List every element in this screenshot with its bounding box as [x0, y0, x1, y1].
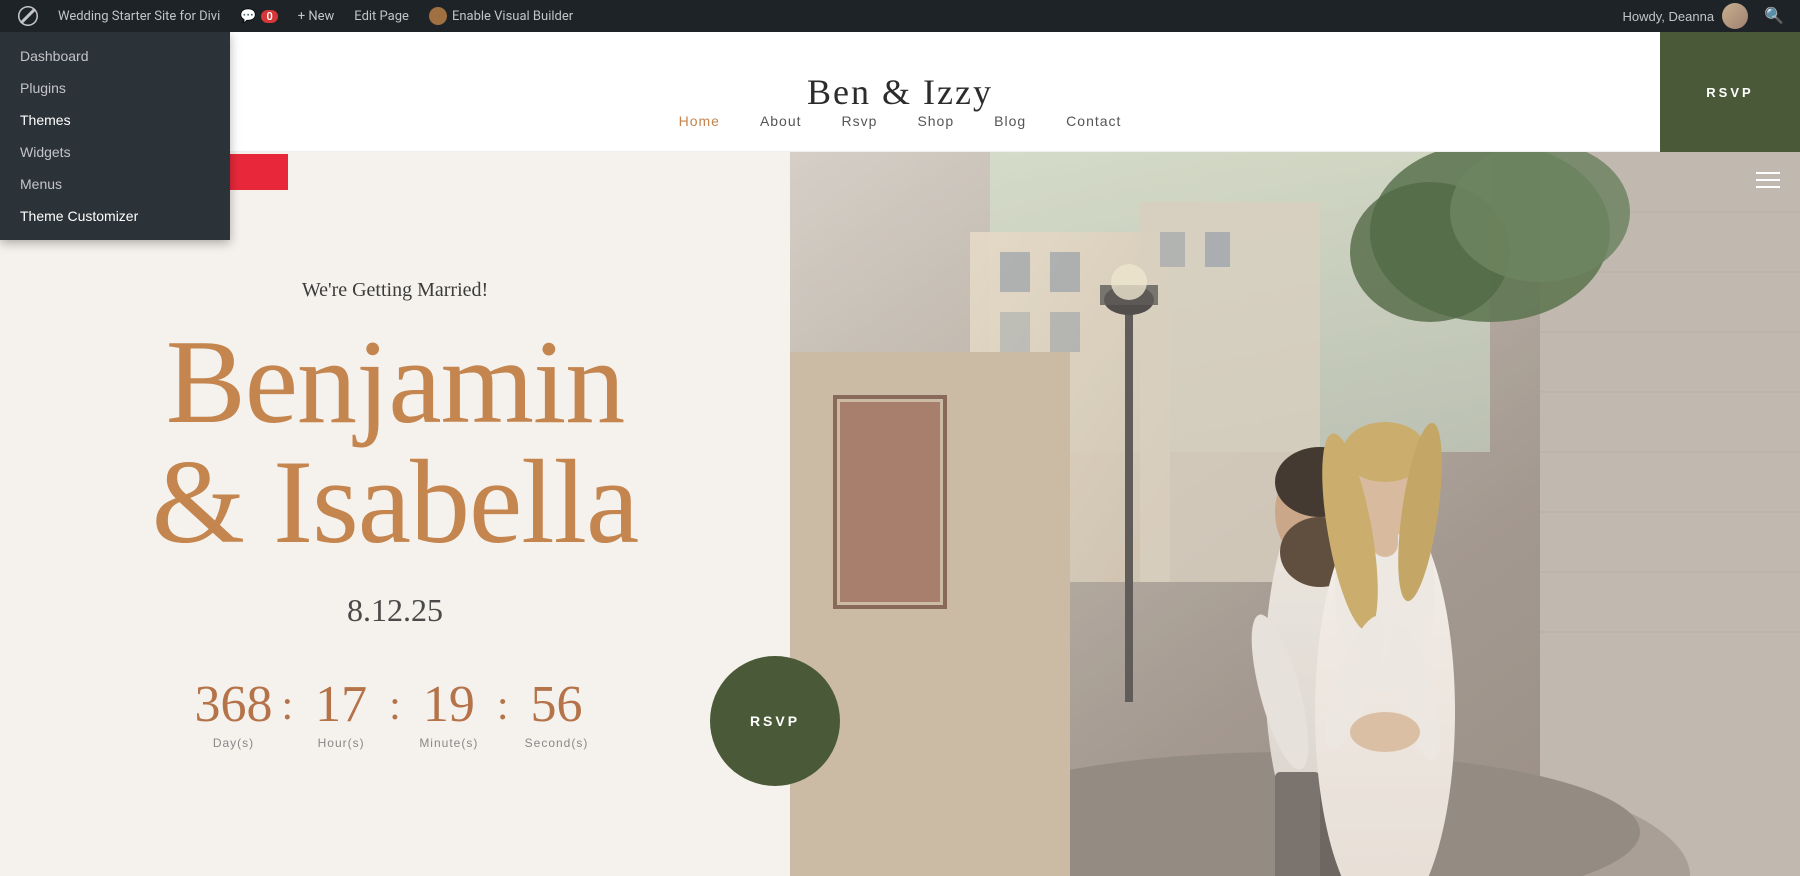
nav-contact[interactable]: Contact — [1066, 113, 1121, 129]
countdown-days: 368 Day(s) — [193, 679, 273, 750]
admin-bar: Wedding Starter Site for Divi 💬 0 + New … — [0, 0, 1800, 32]
search-icon[interactable]: 🔍 — [1756, 6, 1792, 26]
hero-left: We're Getting Married! Benjamin & Isabel… — [0, 152, 790, 876]
edit-page-label: Edit Page — [354, 9, 409, 24]
comment-icon: 💬 — [240, 9, 256, 24]
divi-icon — [429, 7, 447, 25]
dropdown-item-dashboard[interactable]: Dashboard — [0, 40, 230, 72]
dropdown-item-widgets[interactable]: Widgets — [0, 136, 230, 168]
site-name-label: Wedding Starter Site for Divi — [58, 9, 220, 24]
site-nav: Home About Rsvp Shop Blog Contact — [679, 113, 1122, 129]
nav-rsvp[interactable]: Rsvp — [842, 113, 878, 129]
hamburger-line-1 — [1756, 172, 1780, 174]
getting-married-text: We're Getting Married! — [302, 279, 488, 302]
visual-builder-item[interactable]: Enable Visual Builder — [419, 0, 583, 32]
user-avatar — [1722, 3, 1748, 29]
dropdown-item-themes[interactable]: Themes — [0, 104, 230, 136]
countdown: 368 Day(s) : 17 Hour(s) : 19 Minute(s) :… — [193, 679, 596, 750]
hero-section: We're Getting Married! Benjamin & Isabel… — [0, 152, 1800, 876]
site-title-block: Ben & Izzy — [807, 71, 993, 113]
hours-value: 17 — [315, 679, 367, 731]
seconds-value: 56 — [531, 679, 583, 731]
dropdown-item-menus[interactable]: Menus — [0, 168, 230, 200]
colon-2: : — [381, 683, 409, 729]
dropdown-item-theme-customizer[interactable]: Theme Customizer — [0, 200, 230, 232]
rsvp-circle-label: RSVP — [750, 713, 800, 729]
admin-dropdown-menu: Dashboard Plugins Themes Widgets Menus T… — [0, 32, 230, 240]
hamburger-line-2 — [1756, 179, 1780, 181]
comments-item[interactable]: 💬 0 — [230, 0, 287, 32]
countdown-minutes: 19 Minute(s) — [409, 679, 489, 750]
comment-count: 0 — [261, 10, 277, 23]
hours-label: Hour(s) — [318, 736, 365, 750]
rsvp-header-label: RSVP — [1706, 85, 1753, 100]
minutes-label: Minute(s) — [419, 736, 478, 750]
colon-3: : — [489, 683, 517, 729]
visual-builder-label: Enable Visual Builder — [452, 9, 573, 24]
nav-blog[interactable]: Blog — [994, 113, 1026, 129]
new-label: + New — [298, 9, 335, 24]
colon-1: : — [273, 683, 301, 729]
couple-svg — [790, 152, 1800, 876]
name-line2: & Isabella — [152, 435, 638, 568]
site-name-item[interactable]: Wedding Starter Site for Divi — [48, 0, 230, 32]
seconds-label: Second(s) — [525, 736, 589, 750]
hamburger-menu-icon[interactable] — [1756, 172, 1780, 188]
days-value: 368 — [194, 679, 272, 731]
wedding-date: 8.12.25 — [347, 592, 443, 629]
countdown-seconds: 56 Second(s) — [517, 679, 597, 750]
nav-home[interactable]: Home — [679, 113, 720, 129]
wp-logo-icon — [18, 6, 38, 26]
nav-about[interactable]: About — [760, 113, 802, 129]
minutes-value: 19 — [423, 679, 475, 731]
hero-photo — [790, 152, 1800, 876]
couple-names: Benjamin & Isabella — [152, 322, 638, 562]
hamburger-line-3 — [1756, 186, 1780, 188]
dropdown-item-plugins[interactable]: Plugins — [0, 72, 230, 104]
site-title: Ben & Izzy — [807, 71, 993, 113]
days-label: Day(s) — [213, 736, 254, 750]
edit-page-item[interactable]: Edit Page — [344, 0, 419, 32]
site-header: Ben & Izzy Home About Rsvp Shop Blog Con… — [0, 32, 1800, 152]
new-item[interactable]: + New — [288, 0, 345, 32]
countdown-hours: 17 Hour(s) — [301, 679, 381, 750]
adminbar-right: Howdy, Deanna 🔍 — [1623, 3, 1792, 29]
wp-logo-item[interactable] — [8, 0, 48, 32]
rsvp-header-button[interactable]: RSVP — [1660, 32, 1800, 152]
rsvp-circle-button[interactable]: RSVP — [710, 656, 840, 786]
howdy-text: Howdy, Deanna — [1623, 9, 1715, 24]
name-line1: Benjamin — [166, 315, 625, 448]
nav-shop[interactable]: Shop — [917, 113, 954, 129]
